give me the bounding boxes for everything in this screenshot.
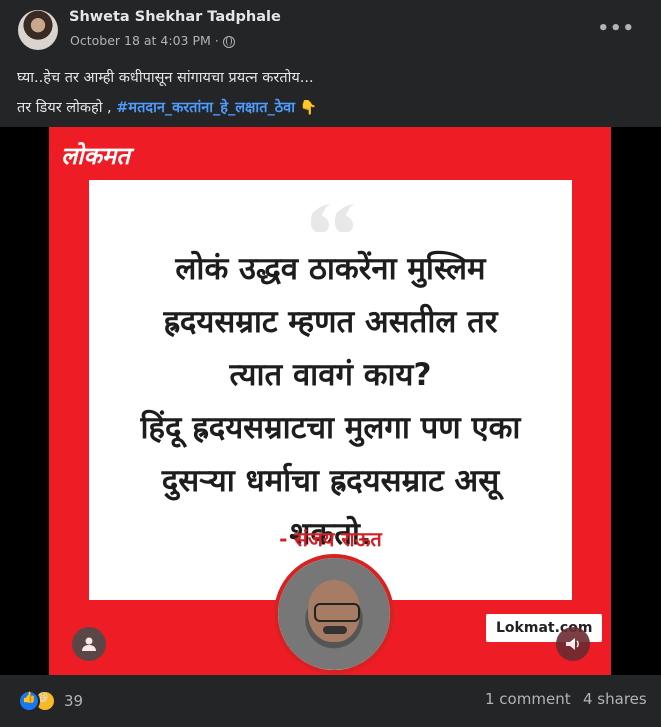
caption-emoji: 👇 [299, 100, 317, 116]
post-header: Shweta Shekhar Tadphale October 18 at 4:… [0, 0, 661, 60]
quote-marks-icon [311, 204, 354, 232]
author-name[interactable]: Shweta Shekhar Tadphale [69, 9, 281, 25]
quote-line: लोकं उद्धव ठाकरेंना मुस्लिम [175, 251, 486, 287]
post-caption: घ्या..हेच तर आम्ही कधीपासून सांगायचा प्र… [17, 63, 317, 123]
quote-line: त्यात वावगं काय? [229, 357, 432, 393]
post-footer: 39 1 comment 4 shares [0, 675, 661, 727]
meta-separator: · [214, 33, 219, 48]
like-icon [18, 690, 40, 712]
profile-icon-glyph [82, 637, 96, 651]
profile-icon[interactable] [72, 627, 106, 661]
caption-line-2-text: तर डियर लोकहो , [17, 100, 117, 116]
quote-line: ह्रदयसम्राट म्हणत असतील तर [163, 304, 498, 340]
post-media[interactable]: लोकमत लोकं उद्धव ठाकरेंना मुस्लिम ह्रदयस… [0, 127, 661, 675]
sound-icon-glyph [566, 638, 579, 650]
portrait-glasses [314, 603, 360, 622]
caption-line-2: तर डियर लोकहो , #मतदान_करतांना_हे_लक्षात… [17, 93, 317, 123]
globe-icon [222, 35, 235, 48]
reaction-count: 39 [64, 692, 84, 710]
caption-line-1: घ्या..हेच तर आम्ही कधीपासून सांगायचा प्र… [17, 70, 314, 86]
quote-text: लोकं उद्धव ठाकरेंना मुस्लिम ह्रदयसम्राट … [89, 243, 572, 561]
portrait-moustache [323, 626, 347, 634]
quote-box: लोकं उद्धव ठाकरेंना मुस्लिम ह्रदयसम्राट … [89, 180, 572, 600]
caption-hashtag[interactable]: #मतदान_करतांना_हे_लक्षात_ठेवा [116, 100, 295, 116]
reactions-summary[interactable]: 39 [18, 690, 83, 712]
post-timestamp[interactable]: October 18 at 4:03 PM [70, 33, 211, 48]
post-meta: October 18 at 4:03 PM · [70, 33, 235, 48]
speaker-portrait [274, 554, 394, 674]
quote-author: - संजय राऊत [279, 527, 382, 551]
quote-line: हिंदू ह्रदयसम्राटचा मुलगा पण एका [140, 410, 521, 446]
author-avatar[interactable] [18, 10, 58, 50]
image-card: लोकमत लोकं उद्धव ठाकरेंना मुस्लिम ह्रदयस… [49, 127, 611, 675]
comments-count[interactable]: 1 comment [485, 690, 571, 708]
more-options-icon[interactable]: ••• [597, 18, 635, 39]
sound-icon[interactable] [556, 627, 590, 661]
lokmat-logo: लोकमत [61, 141, 130, 170]
shares-count[interactable]: 4 shares [583, 690, 647, 708]
quote-line: दुसऱ्या धर्माचा ह्रदयसम्राट असू [161, 463, 500, 499]
